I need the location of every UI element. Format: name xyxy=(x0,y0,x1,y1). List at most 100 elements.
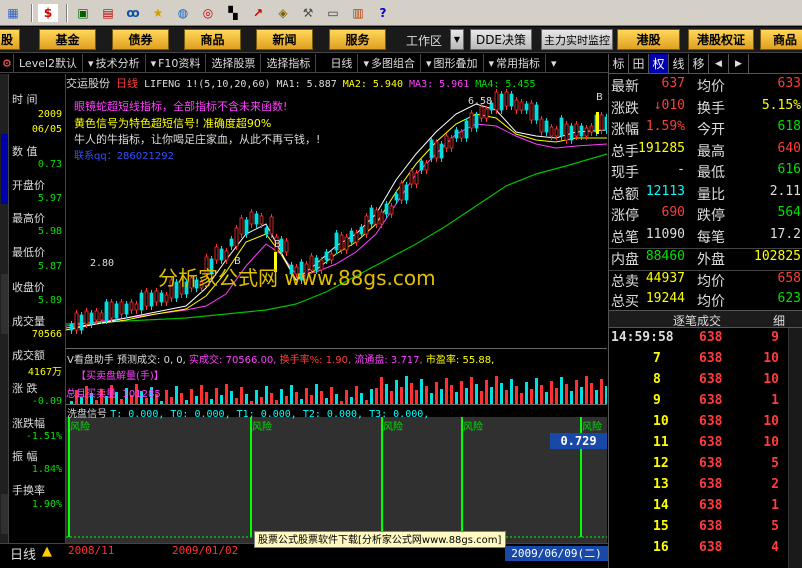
window-icon[interactable]: ▣ xyxy=(72,2,94,23)
chart-icon[interactable]: ▤ xyxy=(97,2,119,23)
volume-bar xyxy=(455,392,458,404)
wash-signal-panel[interactable]: 洗盘信号 T: 0.000, T0: 0.000, T1: 0.000, T2:… xyxy=(66,405,607,543)
help-icon[interactable]: ? xyxy=(372,2,394,23)
tick-scrollbar[interactable] xyxy=(788,328,802,568)
quote-value: 2.11 xyxy=(769,183,801,199)
target-icon[interactable]: ◎ xyxy=(197,2,219,23)
tick-time: 9 xyxy=(653,393,661,408)
candle-body xyxy=(509,93,514,107)
tick-row: 12 638 5 xyxy=(609,456,802,477)
menu-bond[interactable]: 债券 xyxy=(112,29,169,50)
star-icon[interactable]: ★ xyxy=(147,2,169,23)
tab-indicator[interactable] xyxy=(1,494,8,534)
dde-button[interactable]: DDE决策 xyxy=(470,29,532,50)
binoculars-icon[interactable]: ꝏ xyxy=(122,2,144,23)
tab-line[interactable]: 线 xyxy=(669,54,689,73)
quote-row: 总手 191285 最高 640 xyxy=(609,141,802,161)
books-icon[interactable]: ▥ xyxy=(347,2,369,23)
tick-price: 638 xyxy=(699,456,723,471)
quote-row: 总买 19244 均价 623 xyxy=(609,291,802,311)
candle-body xyxy=(569,125,574,141)
candle-body xyxy=(94,310,99,321)
menu-fund[interactable]: 基金 xyxy=(39,29,96,50)
promo-banner[interactable]: 股票公式股票软件下载[分析家公式网www.88gs.com] xyxy=(254,531,506,548)
bottom-period-label[interactable]: 日线 xyxy=(10,544,36,563)
menu-commodity-2[interactable]: 商品 xyxy=(760,29,802,50)
workspace-label[interactable]: 工作区 xyxy=(406,32,442,49)
buy-marker: B xyxy=(596,92,603,103)
candle-body xyxy=(329,253,334,261)
volume-bar xyxy=(485,380,488,404)
tab-indicator[interactable] xyxy=(1,134,8,204)
grid-icon[interactable]: ▦ xyxy=(2,2,24,23)
trend-icon[interactable]: ↗ xyxy=(247,2,269,23)
candle-body xyxy=(429,139,434,159)
volume-value: 70566 xyxy=(31,329,62,340)
volume-bar xyxy=(390,391,393,404)
toolbar-separator xyxy=(66,3,68,22)
period-button[interactable]: 日线 xyxy=(316,54,359,72)
dollar-icon[interactable]: $ xyxy=(37,2,59,23)
main-chart[interactable]: 2.80 6.58 B B B 眼镜蛇超短线指标，全部指标不含未来函数! 黄色信… xyxy=(66,74,607,349)
tick-detail-button[interactable]: 细 xyxy=(773,312,785,329)
candle-body xyxy=(504,91,509,107)
menu-news[interactable]: 新闻 xyxy=(256,29,313,50)
volume-bar xyxy=(370,389,373,404)
quote-value: 5.15% xyxy=(761,97,801,113)
globe-icon[interactable]: ◍ xyxy=(172,2,194,23)
monitor-icon[interactable]: ▭ xyxy=(322,2,344,23)
volume-bar xyxy=(190,389,193,404)
time-date: 06/05 xyxy=(31,124,62,135)
formula-line-4: 联系qq：286021292 xyxy=(74,151,174,162)
menu-service[interactable]: 服务 xyxy=(329,29,386,50)
select-indicator-button[interactable]: 选择指标 xyxy=(261,54,317,72)
volume-bar xyxy=(565,384,568,404)
volume-bar xyxy=(265,386,268,404)
menu-bar: 股 基金 债券 商品 新闻 服务 工作区 ▼ DDE决策 主力实时监控 港股 港… xyxy=(0,27,802,53)
level2-select-label[interactable]: Level2默认 xyxy=(14,54,84,72)
tech-analysis-button[interactable]: ▾ 技术分析 xyxy=(83,54,146,72)
level2-select[interactable]: ⚙ xyxy=(0,54,14,72)
common-indicator-button[interactable]: ▾ 常用指标 xyxy=(484,54,547,72)
volume-panel[interactable]: V看盘助手 预测成交: 0, 0, 实成交: 70566.00, 换手率%: 1… xyxy=(66,350,607,405)
candle-body xyxy=(144,290,149,307)
volume-bar xyxy=(540,385,543,404)
select-stock-button[interactable]: 选择股票 xyxy=(206,54,262,72)
candle-body xyxy=(464,120,469,139)
open-label: 开盘价 xyxy=(12,179,45,192)
menu-hk[interactable]: 港股 xyxy=(617,29,680,50)
candle-body xyxy=(539,118,544,133)
checkerboard-icon[interactable]: ▚ xyxy=(222,2,244,23)
tab-weight[interactable]: 权 xyxy=(649,54,669,73)
candle-body xyxy=(474,114,479,129)
volume-turnover: 换手率%: 1.90, xyxy=(279,355,352,366)
volume-bar xyxy=(380,377,383,404)
candle-body xyxy=(364,215,369,235)
workspace-dropdown[interactable]: ▼ xyxy=(450,29,464,50)
tab-next[interactable]: ▶ xyxy=(729,54,749,73)
menu-commodity[interactable]: 商品 xyxy=(184,29,241,50)
menu-stock[interactable]: 股 xyxy=(0,29,20,50)
tab-label[interactable]: 标 xyxy=(609,54,629,73)
candle-body xyxy=(134,303,139,311)
bag-icon[interactable]: ◈ xyxy=(272,2,294,23)
tab-indicator[interactable] xyxy=(1,274,8,334)
monitor-button[interactable]: 主力实时监控 xyxy=(541,29,613,50)
tab-move[interactable]: 移 xyxy=(689,54,709,73)
tab-grid[interactable]: 田 xyxy=(629,54,649,73)
overlay-button[interactable]: ▾ 图形叠加 xyxy=(421,54,484,72)
candle-body xyxy=(254,213,259,225)
tab-prev[interactable]: ◀ xyxy=(709,54,729,73)
formula-line-1: 眼镜蛇超短线指标，全部指标不含未来函数! xyxy=(74,100,288,113)
vertical-tab-strip[interactable] xyxy=(0,74,9,568)
quote-value: 12113 xyxy=(645,183,685,199)
risk-label: 风险 xyxy=(582,422,602,433)
quote-value: 102825 xyxy=(754,249,801,264)
f10-button[interactable]: ▾ F10资料 xyxy=(146,54,207,72)
expand-icon[interactable]: ▾ xyxy=(546,54,562,72)
candle-body xyxy=(599,114,604,131)
candle-body xyxy=(149,292,154,307)
menu-hk-warrant[interactable]: 港股权证 xyxy=(688,29,754,50)
tools-icon[interactable]: ⚒ xyxy=(297,2,319,23)
multi-chart-button[interactable]: ▾ 多图组合 xyxy=(358,54,421,72)
